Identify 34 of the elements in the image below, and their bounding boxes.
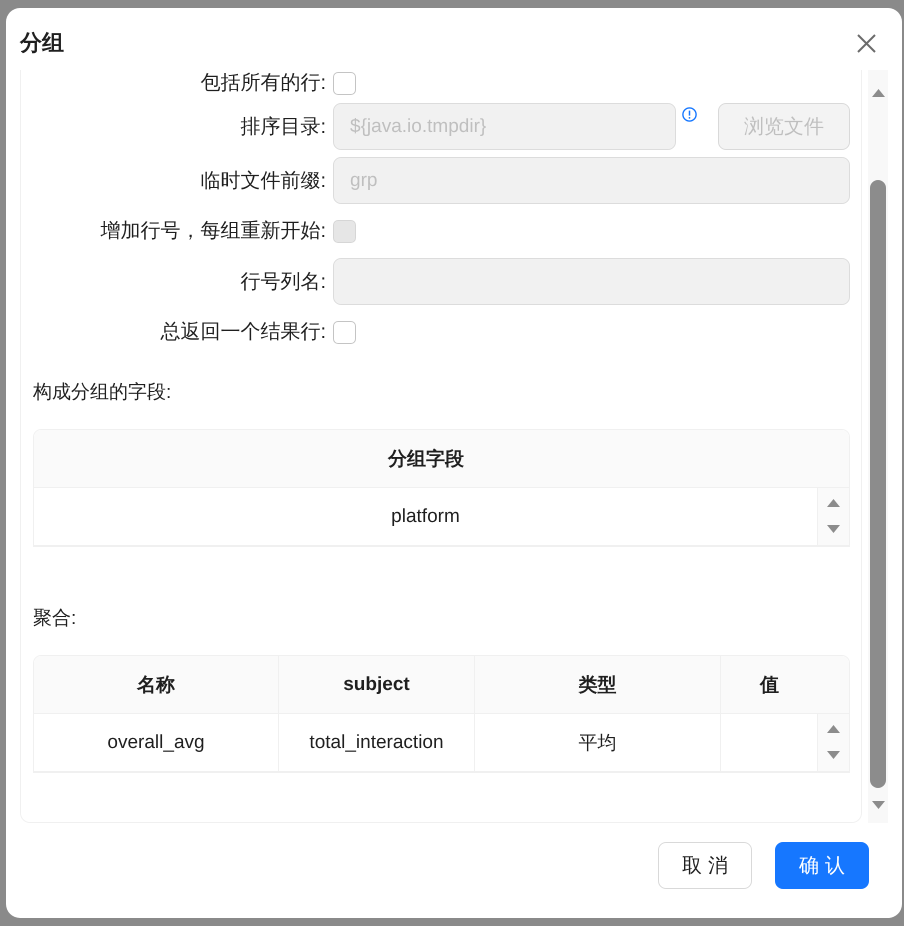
dialog-title: 分组 (20, 29, 64, 57)
down-arrow-icon[interactable] (827, 525, 840, 533)
checkbox[interactable] (333, 320, 356, 344)
column-header: subject (279, 656, 475, 714)
form-label: 总返回一个结果行: (159, 320, 327, 345)
form-label: 包括所有的行: (199, 71, 327, 96)
form-label: 增加行号，每组重新开始: (99, 219, 327, 244)
up-arrow-icon[interactable] (827, 499, 840, 507)
info-icon (682, 107, 697, 122)
down-arrow-icon[interactable] (827, 751, 840, 759)
form-label: 行号列名: (239, 270, 327, 294)
table-cell: 平均 (475, 714, 721, 772)
section-heading: 聚合: (33, 609, 76, 629)
section-heading: 构成分组的字段: (33, 383, 172, 403)
confirm-button[interactable]: 确 认 (775, 842, 869, 889)
close-icon[interactable] (857, 34, 876, 52)
scrollbar[interactable] (868, 70, 888, 823)
column-header: 类型 (475, 656, 721, 714)
table-cell: overall_avg (34, 714, 279, 772)
column-header: 值 (721, 656, 849, 714)
column-header: 名称 (34, 656, 279, 714)
checkbox[interactable] (333, 72, 356, 94)
form-label: 排序目录: (239, 114, 327, 140)
table-scrollbar[interactable] (818, 714, 849, 772)
table-scrollbar[interactable] (818, 488, 849, 546)
form-label: 临时文件前缀: (199, 168, 327, 194)
up-arrow-icon[interactable] (827, 725, 840, 733)
table-cell: platform (34, 488, 818, 546)
scrollbar-thumb[interactable] (870, 180, 886, 788)
up-arrow-icon[interactable] (872, 89, 884, 97)
table-cell: total_interaction (279, 714, 475, 772)
down-arrow-icon[interactable] (872, 801, 884, 809)
column-header: 分组字段 (34, 430, 849, 488)
cancel-button[interactable]: 取 消 (658, 842, 752, 889)
